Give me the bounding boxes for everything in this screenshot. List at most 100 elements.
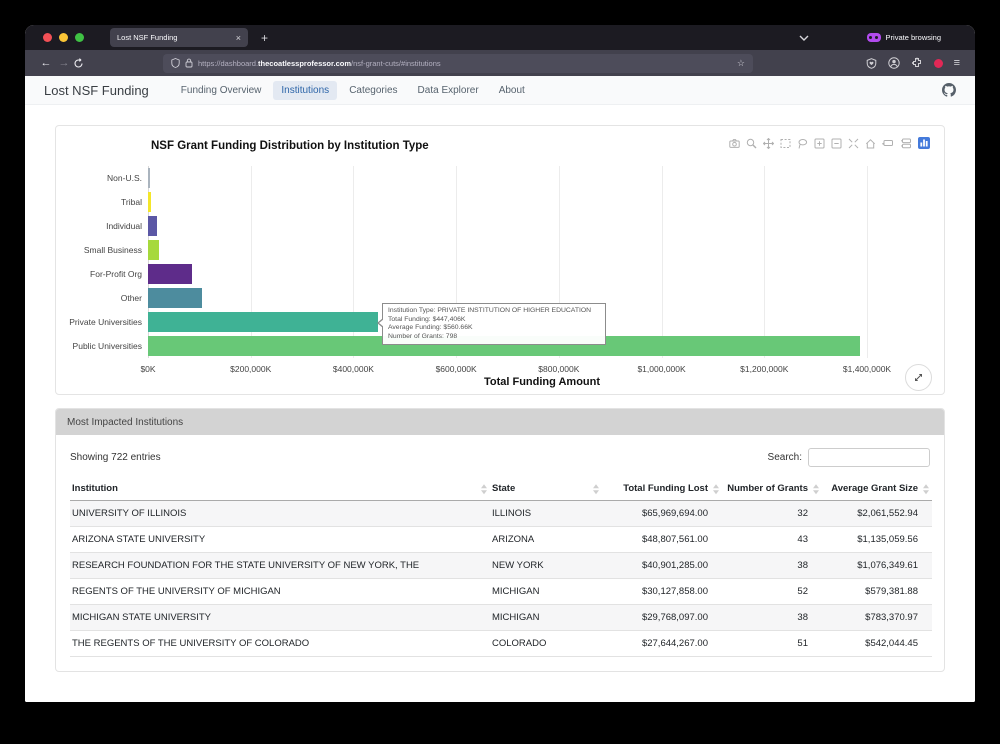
minimize-window-button[interactable] [59,33,68,42]
box-select-icon[interactable] [780,138,791,149]
sort-icon[interactable] [923,484,929,494]
menu-hamburger-icon[interactable]: ≡ [954,57,960,69]
bar-non-u-s-[interactable] [148,168,150,188]
site-brand[interactable]: Lost NSF Funding [44,83,149,98]
tab-title: Lost NSF Funding [117,33,178,42]
nav-link-funding-overview[interactable]: Funding Overview [173,81,270,100]
hover-compare-icon[interactable] [900,138,912,149]
cell-total-funding-lost: $30,127,858.00 [602,578,722,605]
nav-link-about[interactable]: About [491,81,533,100]
y-category-label: Private Universities [69,317,142,327]
cell-average-grant-size: $783,370.97 [822,604,932,631]
x-tick-label: $600,000K [435,364,477,374]
cell-institution: ARIZONA STATE UNIVERSITY [70,526,490,553]
x-tick-label: $0K [140,364,156,374]
forward-button[interactable]: → [55,57,73,69]
column-header-state[interactable]: State [490,478,602,501]
zoom-in-icon[interactable] [814,138,825,149]
browser-toolbar: ← → https://dashboard.thecoatlessprofess… [25,50,975,76]
sort-icon[interactable] [813,484,819,494]
cell-number-of-grants: 38 [722,604,822,631]
lasso-select-icon[interactable] [797,138,808,149]
column-header-total-funding-lost[interactable]: Total Funding Lost [602,478,722,501]
tracking-shield-icon[interactable] [171,58,180,68]
browser-tab[interactable]: Lost NSF Funding × [110,28,248,47]
window-controls [43,33,84,42]
table-row[interactable]: ARIZONA STATE UNIVERSITY ARIZONA $48,807,5… [70,526,932,553]
nav-links: Funding Overview Institutions Categories Da… [173,80,533,100]
new-tab-button[interactable]: + [261,31,268,45]
table-row[interactable]: UNIVERSITY OF ILLINOIS ILLINOIS $65,969,69… [70,500,932,527]
column-header-average-grant-size[interactable]: Average Grant Size [822,478,932,501]
table-row[interactable]: THE REGENTS OF THE UNIVERSITY OF COLORAD… [70,630,932,657]
y-category-label: Small Business [83,245,142,255]
cell-institution: MICHIGAN STATE UNIVERSITY [70,604,490,631]
nav-link-institutions[interactable]: Institutions [273,80,338,100]
bar-tribal[interactable] [148,192,152,212]
privacy-shield-icon[interactable] [866,57,877,69]
x-tick-label: $1,000,000K [637,364,686,374]
chart-title: NSF Grant Funding Distribution by Instit… [151,140,429,152]
tooltip-line: Number of Grants: 798 [388,332,458,340]
x-tick-label: $800,000K [538,364,580,374]
tab-close-icon[interactable]: × [236,33,241,43]
bar-for-profit-org[interactable] [148,264,192,284]
x-tick-label: $200,000K [230,364,272,374]
bookmark-star-icon[interactable]: ☆ [737,58,745,69]
cell-state: MICHIGAN [490,604,602,631]
account-icon[interactable] [887,57,900,69]
pan-icon[interactable] [763,137,774,149]
bar-other[interactable] [148,288,202,308]
funding-distribution-chart-card: NSF Grant Funding Distribution by Instit… [55,125,945,395]
gridline [661,166,663,358]
recording-indicator-icon[interactable] [933,58,943,68]
url-bar[interactable]: https://dashboard.thecoatlessprofessor.c… [163,53,753,73]
lock-icon[interactable] [185,58,193,68]
close-window-button[interactable] [43,33,52,42]
cell-average-grant-size: $2,061,552.94 [822,500,932,527]
institutions-table: Institution State Total Funding Lost Number… [70,478,932,657]
plotly-logo-icon[interactable] [918,137,930,149]
cell-state: MICHIGAN [490,578,602,605]
cell-number-of-grants: 32 [722,500,822,527]
column-header-institution[interactable]: Institution [70,478,490,501]
sort-icon[interactable] [593,484,599,494]
reset-axes-home-icon[interactable] [865,138,876,149]
showing-entries-text: Showing 722 entries [70,452,161,463]
extensions-puzzle-icon[interactable] [911,57,923,69]
autoscale-icon[interactable] [848,138,859,149]
search-input[interactable] [808,448,930,467]
cell-number-of-grants: 52 [722,578,822,605]
private-browsing-badge: Private browsing [866,33,941,42]
zoom-icon[interactable] [746,138,757,149]
cell-total-funding-lost: $48,807,561.00 [602,526,722,553]
gridline [764,166,766,358]
x-tick-label: $1,200,000K [740,364,789,374]
cell-state: ARIZONA [490,526,602,553]
gridline [867,166,868,358]
github-icon[interactable] [942,83,956,97]
download-camera-icon[interactable] [729,138,740,149]
zoom-window-button[interactable] [75,33,84,42]
bar-individual[interactable] [148,216,158,236]
table-row[interactable]: MICHIGAN STATE UNIVERSITY MICHIGAN $29,768… [70,604,932,631]
cell-total-funding-lost: $65,969,694.00 [602,500,722,527]
bar-private-universities[interactable] [148,312,378,332]
sort-icon[interactable] [481,484,487,494]
sort-icon[interactable] [713,484,719,494]
tab-list-chevron-icon[interactable] [799,35,809,41]
expand-chart-button[interactable] [905,364,932,391]
table-row[interactable]: RESEARCH FOUNDATION FOR THE STATE UNIVER… [70,552,932,579]
column-header-number-of-grants[interactable]: Number of Grants [722,478,822,501]
cell-number-of-grants: 43 [722,526,822,553]
hover-closest-icon[interactable] [882,138,894,149]
y-category-label: Tribal [121,197,142,207]
site-navbar: Lost NSF Funding Funding Overview Institu… [25,76,975,105]
zoom-out-icon[interactable] [831,138,842,149]
nav-link-data-explorer[interactable]: Data Explorer [410,81,487,100]
bar-small-business[interactable] [148,240,160,260]
reload-button[interactable] [73,57,91,69]
table-row[interactable]: REGENTS OF THE UNIVERSITY OF MICHIGAN MIC… [70,578,932,605]
nav-link-categories[interactable]: Categories [341,81,405,100]
back-button[interactable]: ← [37,57,55,69]
